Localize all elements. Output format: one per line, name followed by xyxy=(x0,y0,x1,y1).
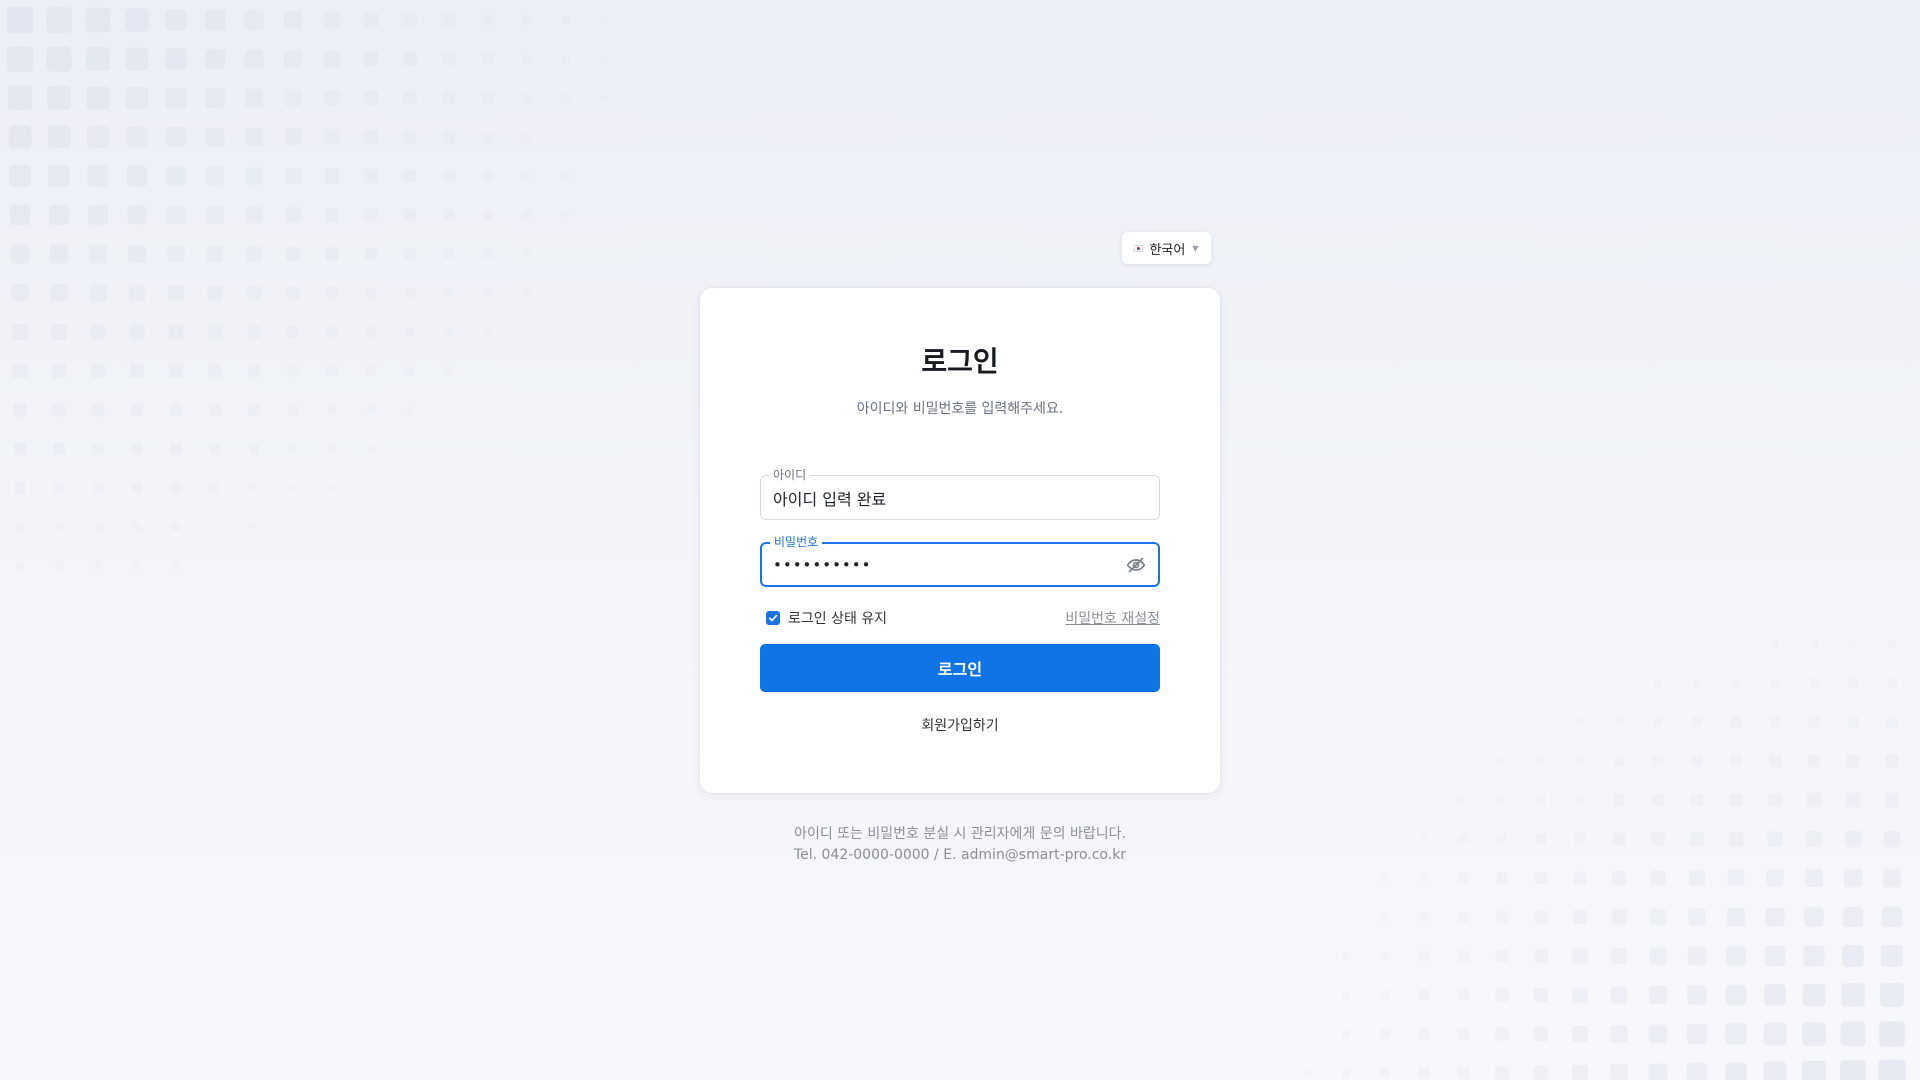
footer-contact-info: Tel. 042-0000-0000 / E. admin@smart-pro.… xyxy=(793,847,1127,863)
id-field: 아이디 xyxy=(760,467,1160,520)
login-button[interactable]: 로그인 xyxy=(760,644,1160,692)
password-field: 비밀번호 xyxy=(760,534,1160,587)
footer-contact: 아이디 또는 비밀번호 분실 시 관리자에게 문의 바랍니다. Tel. 042… xyxy=(0,824,1920,866)
reset-password-link[interactable]: 비밀번호 재설정 xyxy=(1065,608,1160,628)
id-input[interactable] xyxy=(773,476,1115,519)
login-card: 로그인 아이디와 비밀번호를 입력해주세요. 아이디 비밀번호 로그인 상태 유… xyxy=(700,288,1220,793)
chevron-down-icon: ▼ xyxy=(1192,243,1199,253)
page-title: 로그인 xyxy=(921,345,999,378)
signup-link[interactable]: 회원가입하기 xyxy=(700,715,1220,735)
check-icon xyxy=(768,614,778,622)
footer-notice: 아이디 또는 비밀번호 분실 시 관리자에게 문의 바랍니다. xyxy=(794,826,1126,842)
korea-flag-icon xyxy=(1134,244,1144,252)
remember-me-label: 로그인 상태 유지 xyxy=(788,611,888,627)
remember-me-checkbox[interactable] xyxy=(766,611,780,625)
language-selector-label: 한국어 xyxy=(1149,242,1186,258)
login-subtitle: 아이디와 비밀번호를 입력해주세요. xyxy=(856,401,1064,417)
remember-me[interactable]: 로그인 상태 유지 xyxy=(760,608,887,628)
language-selector[interactable]: 한국어 ▼ xyxy=(1122,232,1211,264)
login-options-row: 로그인 상태 유지 비밀번호 재설정 xyxy=(760,608,1160,628)
password-input[interactable] xyxy=(773,544,1114,585)
eye-slash-icon[interactable] xyxy=(1126,555,1146,575)
